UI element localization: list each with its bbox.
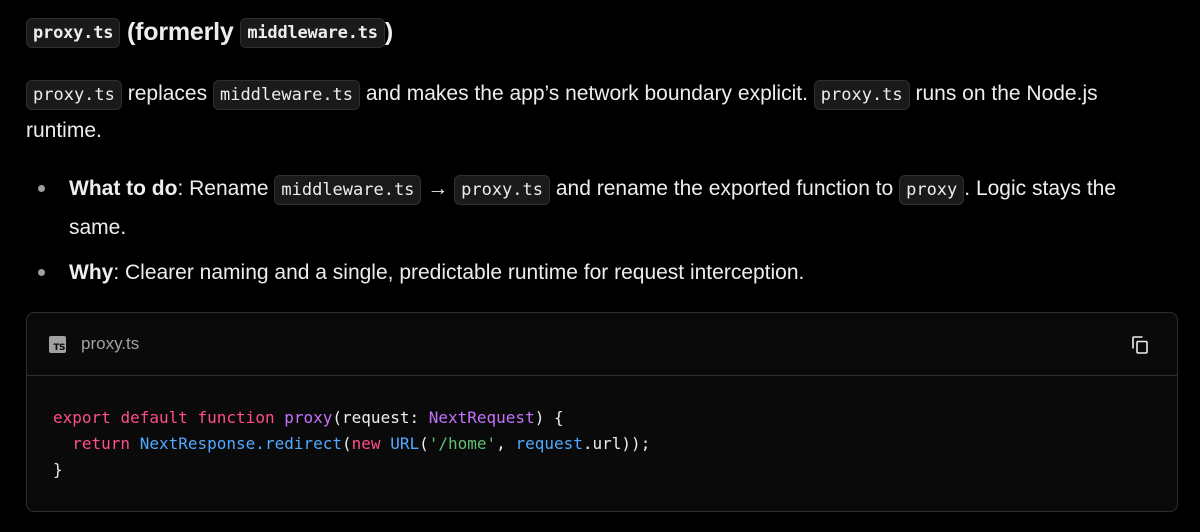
bullet-dot-icon (38, 185, 45, 192)
intro-text-2: and makes the app’s network boundary exp… (365, 82, 808, 105)
token-punct: ( (419, 434, 429, 453)
token-function-name: proxy (284, 408, 333, 427)
heading-text-close: ) (384, 18, 393, 46)
intro-code-proxy-2: proxy.ts (813, 80, 910, 110)
intro-code-proxy: proxy.ts (26, 80, 122, 110)
section-heading: proxy.ts (formerly middleware.ts) (26, 14, 393, 53)
token-punct: . (582, 434, 593, 453)
token-keyword: function (197, 408, 275, 427)
heading-code-proxy: proxy.ts (26, 18, 121, 48)
token-punct: ) { (534, 408, 564, 427)
token-punct: : (409, 408, 429, 427)
bullet-text: : Clearer naming and a single, predictab… (113, 261, 805, 284)
list-item-why: Why: Clearer naming and a single, predic… (26, 254, 1178, 291)
bullet-code-proxy-fn: proxy (899, 175, 965, 205)
token-punct: )); (621, 434, 651, 453)
code-filename: proxy.ts (81, 334, 140, 353)
ts-icon-label: TS (53, 342, 65, 353)
copy-icon (1132, 336, 1148, 354)
token-builtin: NextResponse (139, 434, 256, 453)
heading-code-middleware: middleware.ts (240, 18, 385, 48)
bullet-code-proxy: proxy.ts (454, 175, 550, 205)
intro-code-middleware: middleware.ts (212, 80, 361, 110)
token-property: url (592, 434, 622, 453)
token-keyword: new (351, 434, 381, 453)
token-keyword: return (72, 434, 131, 453)
copy-button[interactable] (1129, 334, 1151, 356)
token-keyword: default (120, 408, 188, 427)
code-line-3: } (53, 460, 63, 479)
intro-text-1: replaces (127, 82, 208, 105)
token-punct: , (496, 434, 516, 453)
token-string: '/home' (428, 434, 497, 453)
code-line-2: return NextResponse.redirect(new URL('/h… (53, 434, 650, 453)
arrow-right-icon: → (427, 177, 449, 200)
bullet-list: What to do: Rename middleware.ts → proxy… (26, 170, 1178, 291)
bullet-text: : Rename (177, 177, 269, 200)
bullet-text-2: and rename the exported function to (555, 177, 894, 200)
token-keyword: export (53, 408, 111, 427)
code-block-header: TS proxy.ts (27, 313, 1177, 376)
token-variable: request (515, 434, 583, 453)
bullet-label: What to do (69, 177, 178, 200)
code-block: TS proxy.ts export default function prox… (26, 312, 1178, 512)
token-punct: ( (342, 434, 352, 453)
bullet-dot-icon (38, 269, 45, 276)
token-punct: . (255, 434, 265, 453)
token-method: redirect (264, 434, 342, 453)
code-content: export default function proxy(request: N… (27, 376, 1177, 511)
list-item-what-to-do: What to do: Rename middleware.ts → proxy… (26, 170, 1178, 246)
token-type: NextRequest (428, 408, 535, 427)
bullet-code-middleware: middleware.ts (274, 175, 422, 205)
token-punct: ( (332, 408, 343, 427)
ts-file-icon: TS (49, 335, 66, 353)
code-line-1: export default function proxy(request: N… (53, 408, 564, 427)
intro-paragraph: proxy.ts replaces middleware.ts and make… (26, 76, 1176, 149)
token-param: request (342, 408, 410, 427)
heading-text-formerly: (formerly (127, 18, 234, 46)
bullet-label: Why (69, 261, 114, 284)
token-builtin: URL (390, 434, 420, 453)
token-punct: } (53, 460, 63, 479)
